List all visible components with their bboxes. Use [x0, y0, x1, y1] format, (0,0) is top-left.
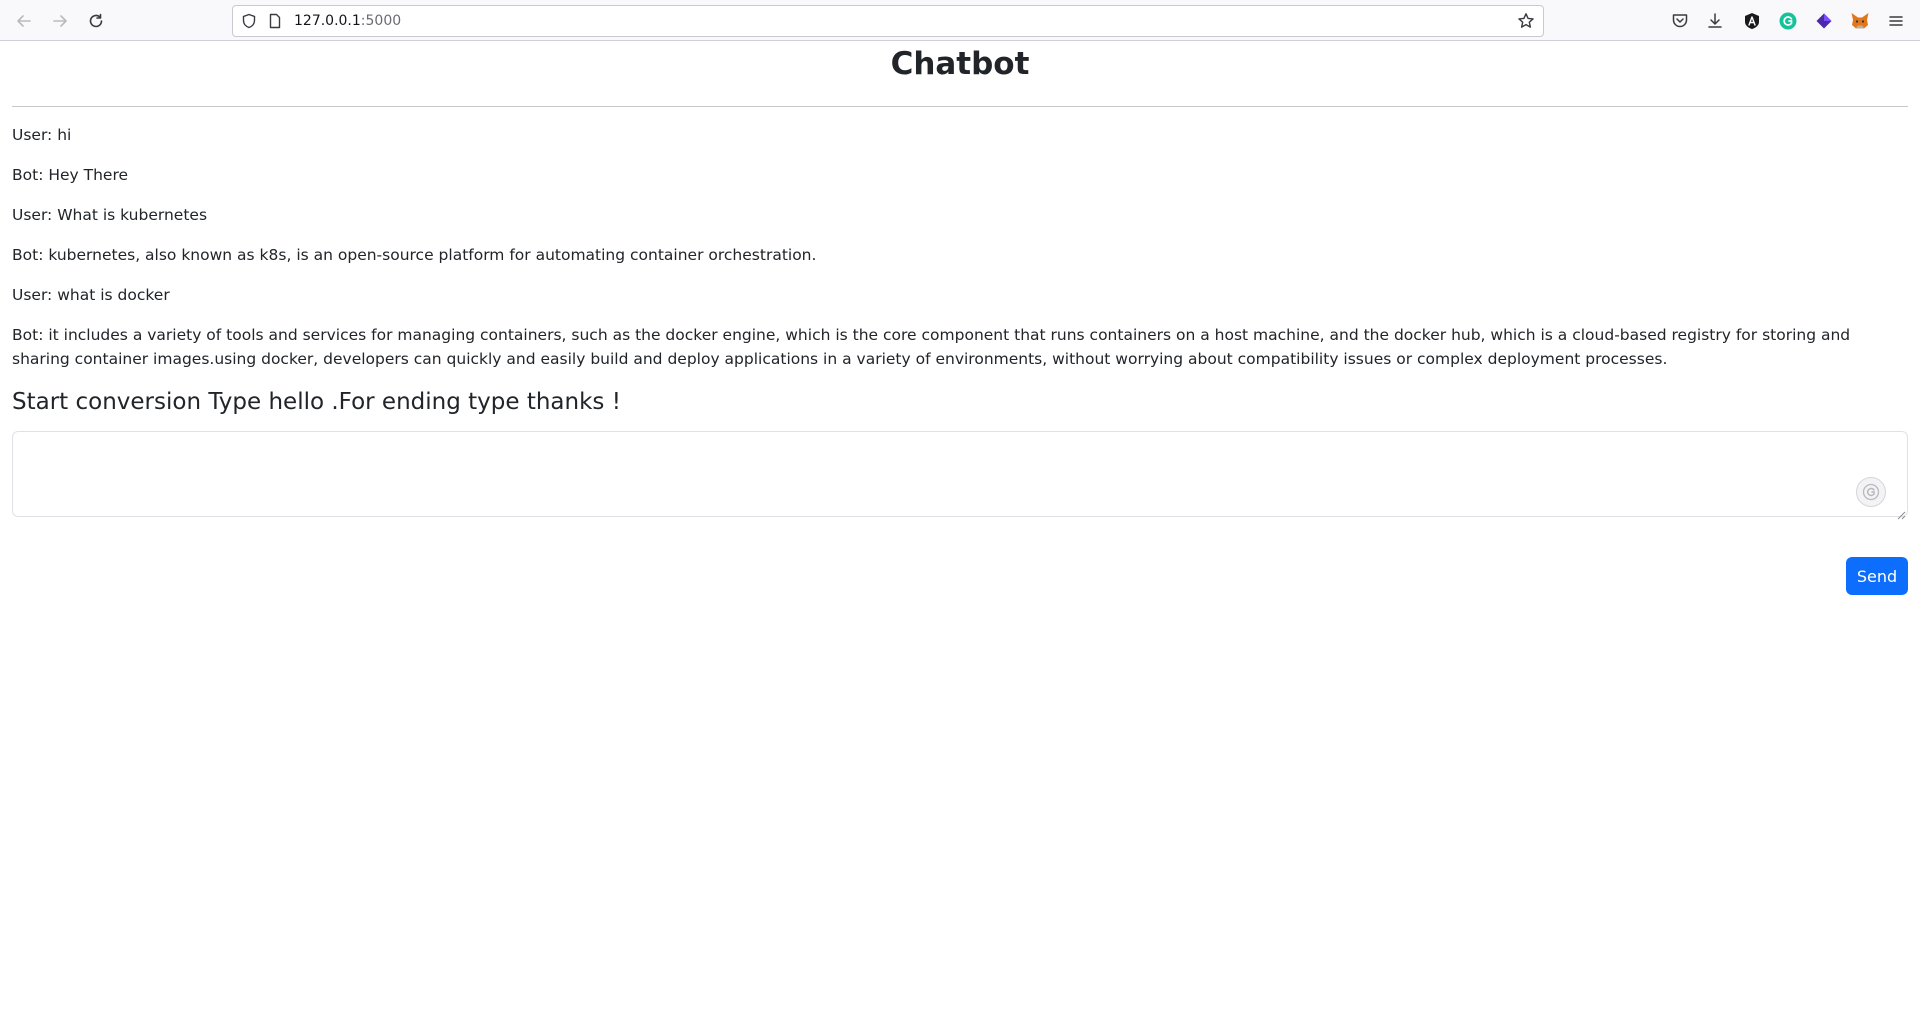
page-content: Chatbot User: hi Bot: Hey There User: Wh… [0, 41, 1920, 1010]
browser-toolbar: 127.0.0.1:5000 [0, 0, 1920, 41]
chat-message: Bot: it includes a variety of tools and … [12, 326, 1851, 368]
chat-message: User: What is kubernetes [12, 206, 208, 224]
resize-handle-icon[interactable] [1896, 505, 1906, 524]
page-title: Chatbot [890, 46, 1030, 82]
url-bar[interactable]: 127.0.0.1:5000 [232, 5, 1544, 37]
pocket-icon[interactable] [1670, 11, 1690, 31]
metamask-icon[interactable] [1850, 11, 1870, 31]
chat-message: User: what is docker [12, 286, 170, 304]
reload-icon[interactable] [84, 9, 108, 33]
url-port: :5000 [360, 13, 402, 29]
prompt-heading: Start conversion Type hello .For ending … [12, 389, 621, 415]
grammarly-icon[interactable] [1778, 11, 1798, 31]
extension-purple-icon[interactable] [1814, 11, 1834, 31]
page-icon [267, 13, 283, 33]
extension-a-icon[interactable] [1742, 11, 1762, 31]
grammarly-input-icon[interactable] [1856, 477, 1886, 507]
url-text[interactable]: 127.0.0.1:5000 [294, 13, 401, 29]
chat-message: Bot: kubernetes, also known as k8s, is a… [12, 246, 817, 264]
title-divider [12, 106, 1908, 107]
download-icon[interactable] [1705, 11, 1725, 31]
menu-icon[interactable] [1886, 11, 1906, 31]
chat-message: User: hi [12, 126, 72, 144]
message-input[interactable] [12, 431, 1908, 517]
back-icon[interactable] [12, 9, 36, 33]
shield-icon[interactable] [241, 13, 257, 33]
url-host: 127.0.0.1 [294, 13, 361, 29]
chat-message: Bot: Hey There [12, 166, 129, 184]
bookmark-star-icon[interactable] [1517, 12, 1535, 34]
send-button[interactable]: Send [1846, 557, 1908, 595]
chat-log: User: hi Bot: Hey There User: What is ku… [12, 123, 1902, 387]
forward-icon[interactable] [48, 9, 72, 33]
